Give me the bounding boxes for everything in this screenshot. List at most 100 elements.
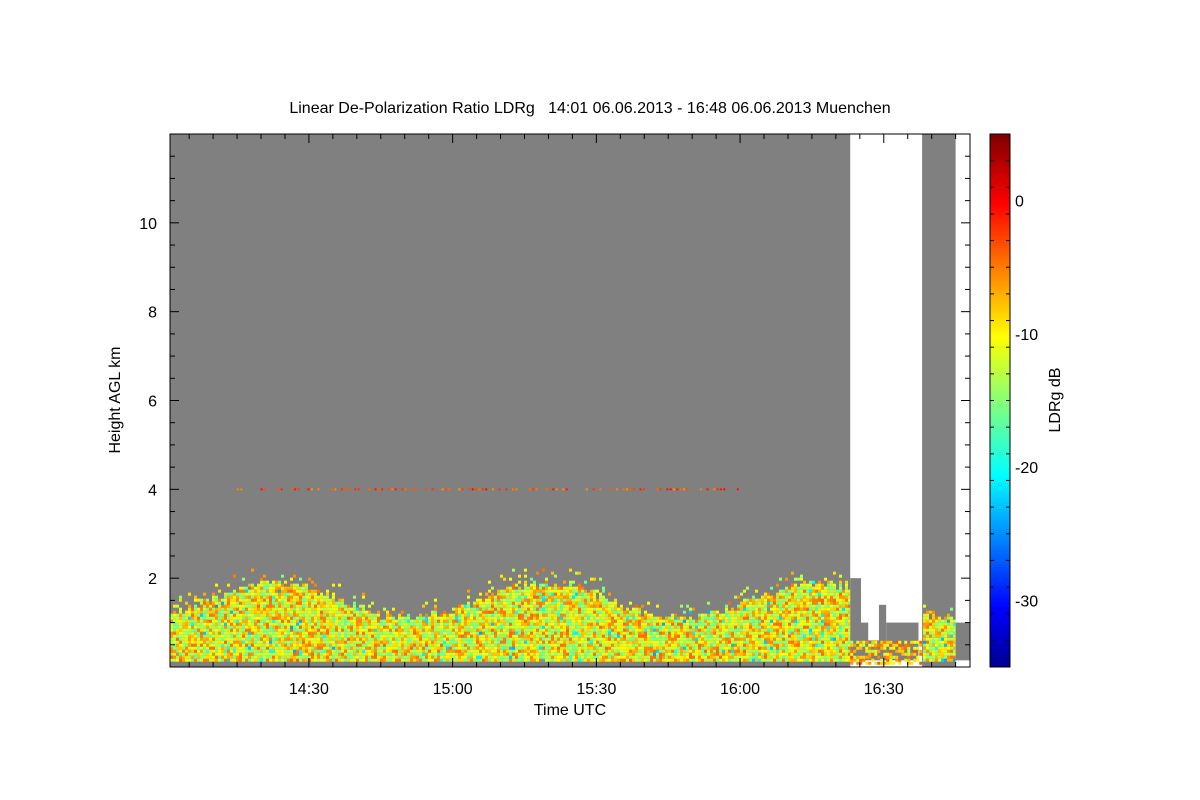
boundary-layer-cell	[623, 628, 626, 632]
boundary-layer-cell	[683, 619, 686, 623]
boundary-layer-cell	[233, 607, 236, 611]
boundary-layer-cell	[254, 595, 257, 599]
boundary-layer-cell	[437, 646, 440, 650]
boundary-layer-cell	[728, 613, 731, 617]
boundary-layer-cell	[833, 589, 836, 593]
boundary-layer-cell	[584, 655, 587, 659]
boundary-layer-cell	[335, 628, 338, 632]
boundary-layer-cell	[830, 655, 833, 659]
boundary-layer-cell	[512, 628, 515, 632]
boundary-layer-cell	[593, 589, 596, 593]
boundary-layer-cell	[407, 640, 410, 644]
boundary-layer-cell	[791, 625, 794, 629]
boundary-layer-cell	[497, 604, 500, 608]
boundary-layer-cell	[620, 637, 623, 641]
boundary-layer-cell	[251, 595, 254, 599]
boundary-layer-cell	[308, 628, 311, 632]
boundary-layer-cell	[431, 628, 434, 632]
boundary-layer-cell	[638, 616, 641, 620]
boundary-layer-cell	[470, 637, 473, 641]
boundary-layer-cell	[527, 625, 530, 629]
boundary-layer-cell	[377, 649, 380, 653]
boundary-layer-cell	[299, 640, 302, 644]
boundary-layer-cell	[503, 619, 506, 623]
boundary-layer-cell	[191, 616, 194, 620]
boundary-layer-cell	[524, 625, 527, 629]
boundary-layer-cell	[740, 607, 743, 611]
boundary-layer-cell	[575, 634, 578, 638]
boundary-layer-cell	[566, 601, 569, 605]
boundary-layer-cell	[497, 619, 500, 623]
boundary-layer-cell	[668, 637, 671, 641]
boundary-layer-cell	[227, 631, 230, 635]
boundary-layer-cell	[374, 622, 377, 626]
boundary-layer-cell	[752, 607, 755, 611]
boundary-layer-cell	[497, 616, 500, 620]
boundary-layer-cell	[215, 658, 218, 662]
boundary-layer-cell	[845, 589, 848, 593]
boundary-layer-cell	[359, 634, 362, 638]
boundary-layer-cell	[644, 610, 647, 614]
boundary-layer-cell	[701, 649, 704, 653]
boundary-layer-cell	[236, 631, 239, 635]
boundary-layer-cell	[215, 598, 218, 602]
boundary-layer-cell	[491, 619, 494, 623]
boundary-layer-cell	[557, 646, 560, 650]
boundary-layer-cell	[536, 652, 539, 656]
boundary-layer-cell	[794, 595, 797, 599]
boundary-layer-cell	[659, 622, 662, 626]
boundary-layer-cell	[455, 619, 458, 623]
boundary-layer-cell	[605, 619, 608, 623]
boundary-layer-cell	[782, 655, 785, 659]
boundary-layer-cell	[512, 622, 515, 626]
boundary-layer-cell	[551, 658, 554, 662]
boundary-layer-cell	[362, 652, 365, 656]
boundary-layer-cell	[800, 592, 803, 596]
boundary-layer-cell	[515, 658, 518, 662]
boundary-layer-cell	[269, 658, 272, 662]
boundary-layer-cell	[476, 628, 479, 632]
boundary-layer-cell	[632, 649, 635, 653]
boundary-layer-cell	[347, 613, 350, 617]
boundary-layer-cell	[596, 643, 599, 647]
boundary-layer-cell	[809, 616, 812, 620]
boundary-layer-cell	[548, 619, 551, 623]
boundary-layer-cell	[782, 646, 785, 650]
boundary-layer-cell	[467, 595, 470, 599]
boundary-layer-cell	[515, 634, 518, 638]
boundary-layer-cell	[782, 628, 785, 632]
boundary-layer-cell	[218, 610, 221, 614]
boundary-layer-cell	[305, 622, 308, 626]
boundary-layer-cell	[926, 619, 929, 623]
boundary-layer-cell	[680, 646, 683, 650]
boundary-layer-cell	[530, 586, 533, 590]
boundary-layer-cell	[755, 634, 758, 638]
boundary-layer-cell	[554, 616, 557, 620]
boundary-layer-cell	[275, 589, 278, 593]
boundary-layer-cell	[215, 655, 218, 659]
boundary-layer-cell	[215, 640, 218, 644]
boundary-layer-cell	[263, 649, 266, 653]
boundary-layer-cell	[842, 613, 845, 617]
boundary-layer-cell	[494, 604, 497, 608]
boundary-layer-cell	[581, 655, 584, 659]
boundary-layer-cell	[224, 637, 227, 641]
boundary-layer-cell	[932, 613, 935, 617]
boundary-layer-cell	[656, 652, 659, 656]
boundary-layer-cell	[647, 640, 650, 644]
boundary-layer-cell	[272, 628, 275, 632]
boundary-layer-cell	[338, 640, 341, 644]
boundary-layer-cell	[635, 649, 638, 653]
boundary-layer-cell	[788, 604, 791, 608]
boundary-layer-cell	[794, 598, 797, 602]
boundary-layer-cell	[437, 628, 440, 632]
boundary-layer-cell	[251, 586, 254, 590]
boundary-layer-cell	[371, 634, 374, 638]
boundary-layer-cell	[275, 631, 278, 635]
boundary-layer-cell	[290, 601, 293, 605]
boundary-layer-cell	[770, 640, 773, 644]
boundary-layer-cell	[338, 655, 341, 659]
boundary-layer-cell	[701, 616, 704, 620]
boundary-layer-cell	[335, 601, 338, 605]
boundary-layer-cell	[812, 655, 815, 659]
